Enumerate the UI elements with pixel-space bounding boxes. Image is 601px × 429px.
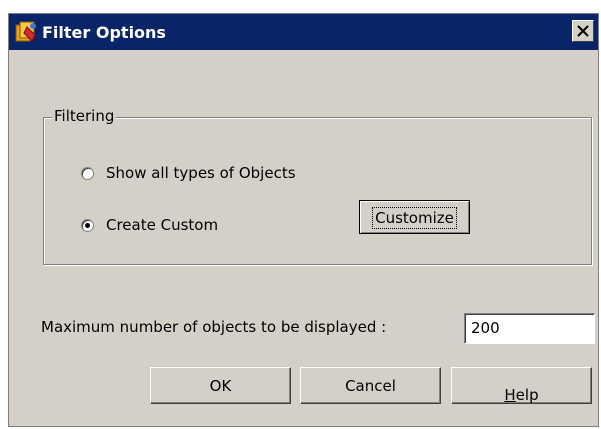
radio-create-custom-circle[interactable] [81, 218, 94, 232]
max-objects-label: Maximum number of objects to be displaye… [41, 318, 387, 336]
radio-show-all-circle[interactable] [81, 166, 94, 180]
help-label-rest: elp [515, 386, 539, 404]
cancel-button[interactable]: Cancel [300, 367, 441, 404]
radio-selected-dot [85, 222, 90, 228]
close-button[interactable] [572, 20, 594, 42]
ok-button[interactable]: OK [150, 367, 291, 404]
title-bar[interactable]: Filter Options [9, 14, 598, 50]
ok-button-label: OK [209, 377, 232, 395]
radio-create-custom-label[interactable]: Create Custom [106, 216, 218, 234]
filter-options-dialog: Filter Options Filtering Show all types … [8, 13, 599, 427]
help-button[interactable]: Help [451, 367, 592, 404]
customize-button-label: Customize [372, 207, 457, 229]
filter-app-icon [13, 19, 39, 45]
help-mnemonic: H [504, 386, 516, 404]
cancel-button-label: Cancel [345, 377, 396, 395]
radio-create-custom[interactable]: Create Custom [81, 216, 218, 234]
max-objects-input[interactable]: 200 [464, 313, 595, 344]
radio-show-all[interactable]: Show all types of Objects [81, 164, 296, 182]
filtering-group: Filtering [43, 107, 592, 265]
filtering-group-label: Filtering [52, 107, 117, 125]
window-title: Filter Options [42, 23, 166, 42]
customize-button[interactable]: Customize [359, 200, 470, 234]
close-icon [577, 25, 589, 37]
help-button-label: Help [504, 377, 538, 404]
radio-show-all-label[interactable]: Show all types of Objects [106, 164, 296, 182]
